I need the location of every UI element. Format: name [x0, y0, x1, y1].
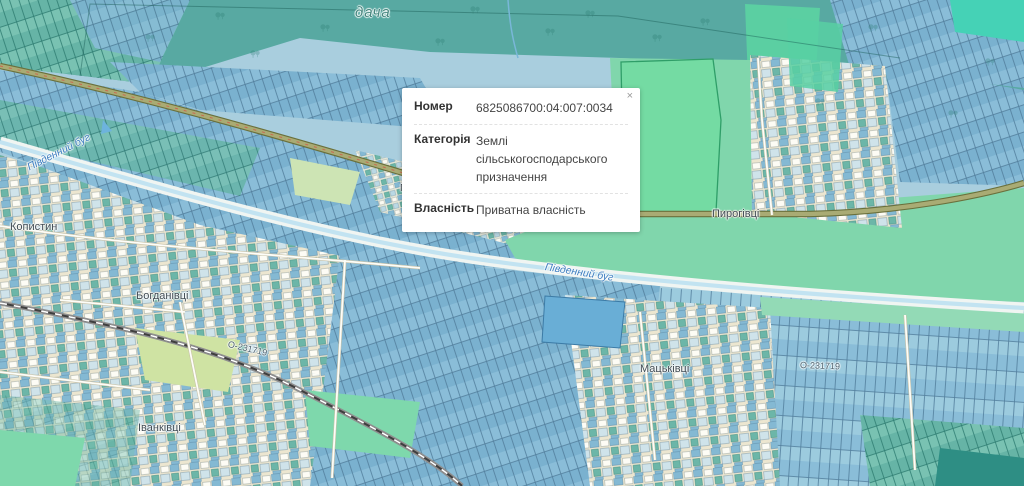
popup-field-label: Номер	[414, 99, 476, 117]
popup-field-value: Приватна власність	[476, 201, 628, 219]
parcel-info-popup: × Номер 6825086700:04:007:0034 Категорія…	[402, 88, 640, 232]
map-canvas[interactable]	[0, 0, 1024, 486]
popup-field-value: 6825086700:04:007:0034	[476, 99, 628, 117]
popup-field-label: Власність	[414, 201, 476, 219]
close-icon[interactable]: ×	[627, 91, 633, 102]
popup-row-number: Номер 6825086700:04:007:0034	[414, 92, 628, 125]
cadastral-map-page[interactable]: дача Південний буг Південний буг Кописти…	[0, 0, 1024, 486]
popup-field-value: Землі сільськогосподарського призначення	[476, 132, 628, 186]
popup-row-category: Категорія Землі сільськогосподарського п…	[414, 125, 628, 194]
popup-row-ownership: Власність Приватна власність	[414, 194, 628, 226]
popup-field-label: Категорія	[414, 132, 476, 186]
